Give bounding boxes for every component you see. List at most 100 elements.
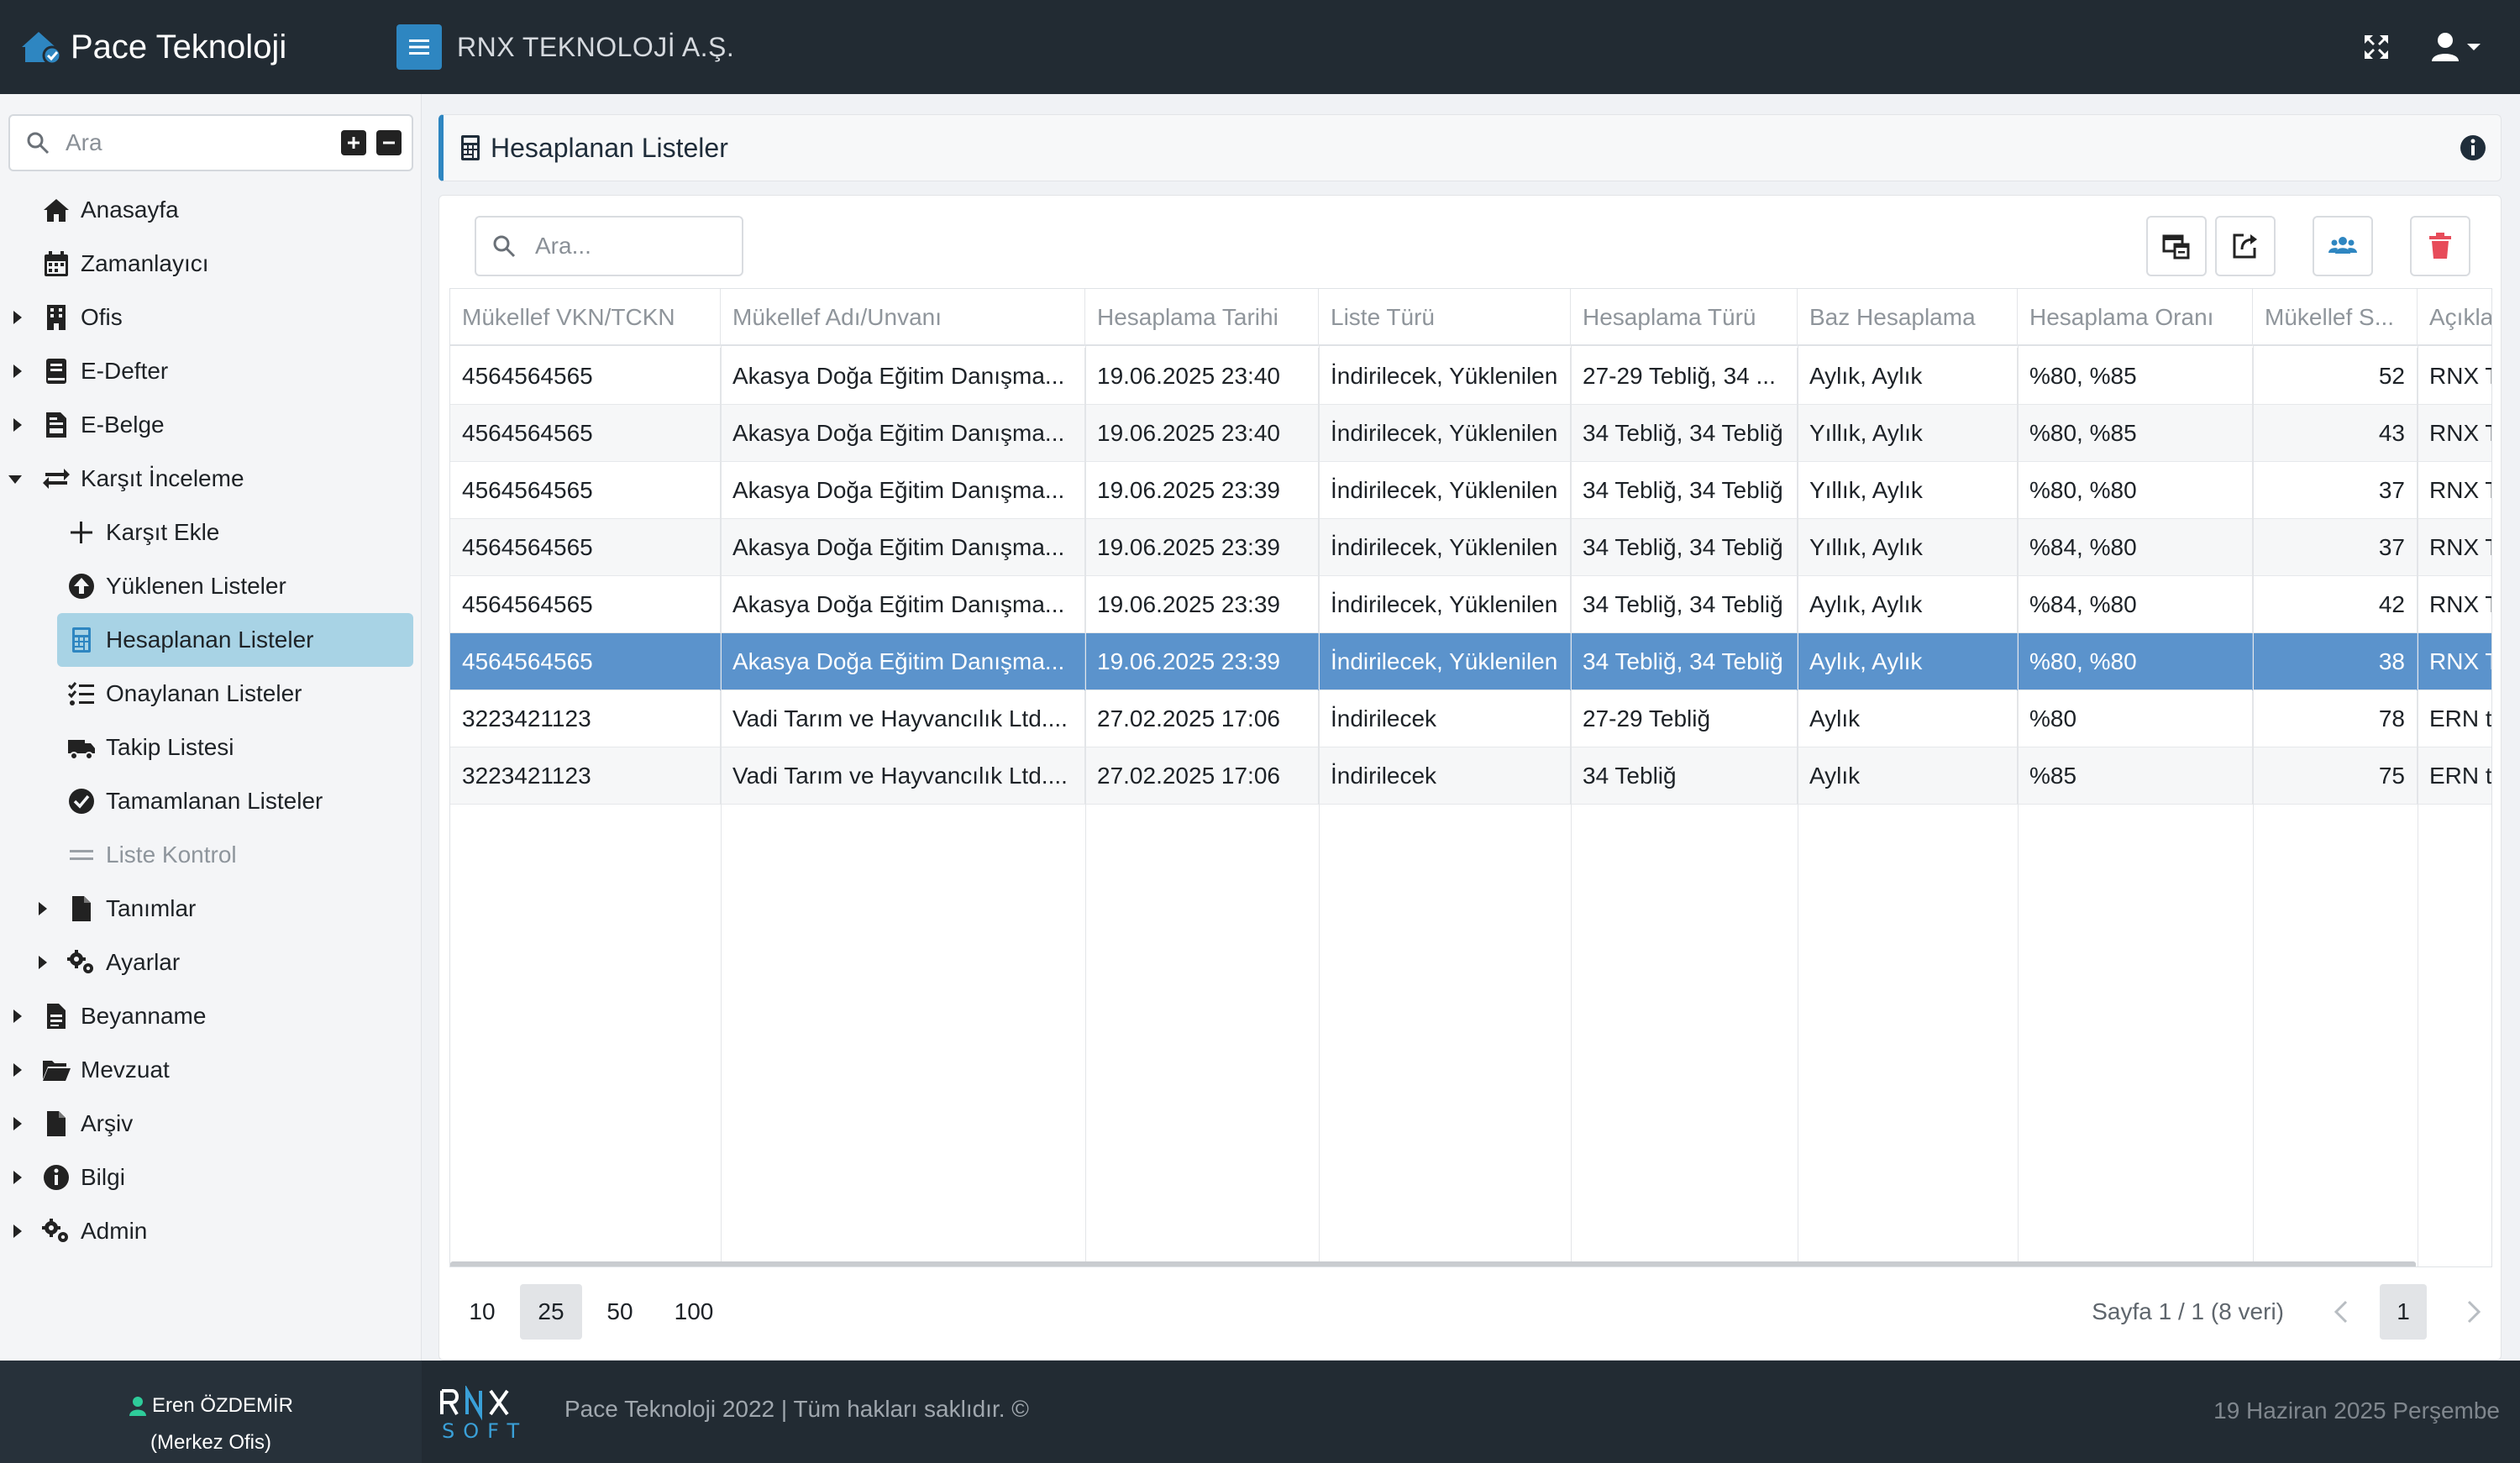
- table-cell: 34 Tebliğ, 34 Tebliğ: [1571, 576, 1798, 633]
- table-cell: Akasya Doğa Eğitim Danışma...: [721, 633, 1085, 690]
- sidebar-search[interactable]: Ara: [8, 114, 413, 171]
- table-cell: 75: [2253, 747, 2418, 805]
- sidebar-item-ofis[interactable]: Ofis: [0, 294, 422, 341]
- horizontal-scrollbar[interactable]: [450, 1261, 2416, 1266]
- column-divider: [1085, 346, 1086, 1266]
- table-cell: İndirilecek: [1319, 690, 1571, 747]
- table-cell: 43: [2253, 405, 2418, 462]
- sidebar-item-tamamlanan-listeler[interactable]: Tamamlanan Listeler: [0, 778, 422, 825]
- page-size-100[interactable]: 100: [658, 1284, 730, 1340]
- table-cell: İndirilecek, Yüklenilen: [1319, 405, 1571, 462]
- table-cell: RNX T: [2418, 348, 2491, 405]
- user-icon: [129, 1397, 146, 1416]
- brand-name: Pace Teknoloji: [71, 28, 287, 66]
- chevron-right-icon[interactable]: [2460, 1299, 2486, 1324]
- sidebar: Ara Anasayfa Zamanlayıcı Ofis E-Defter E…: [0, 94, 422, 1361]
- footer-user-name: Eren ÖZDEMİR: [151, 1394, 294, 1417]
- collapse-all-button[interactable]: [376, 130, 402, 155]
- table-cell: Akasya Doğa Eğitim Danışma...: [721, 348, 1085, 405]
- sidebar-item-takip-listesi[interactable]: Takip Listesi: [0, 724, 422, 771]
- page-size-50[interactable]: 50: [594, 1284, 646, 1340]
- fullscreen-icon[interactable]: [2362, 33, 2391, 61]
- table-cell: 4564564565: [450, 462, 721, 519]
- column-header-liste-turu[interactable]: Liste Türü: [1319, 289, 1571, 346]
- table-cell: %80, %80: [2018, 462, 2253, 519]
- table-row[interactable]: 3223421123 Vadi Tarım ve Hayvancılık Ltd.…: [450, 690, 2491, 747]
- column-header-aciklama[interactable]: Açıkla: [2418, 289, 2491, 346]
- sidebar-item-e-defter[interactable]: E-Defter: [0, 348, 422, 395]
- data-table: Mükellef VKN/TCKN Mükellef Adı/Unvanı He…: [449, 288, 2492, 1267]
- file-lines-icon: [42, 1002, 71, 1030]
- column-header-oran[interactable]: Hesaplama Oranı: [2018, 289, 2253, 346]
- sidebar-item-bilgi[interactable]: Bilgi: [0, 1154, 422, 1201]
- table-cell: 27-29 Tebliğ, 34 ...: [1571, 348, 1798, 405]
- exchange-icon: [42, 464, 71, 493]
- table-row[interactable]: 4564564565 Akasya Doğa Eğitim Danışma... 1…: [450, 633, 2491, 690]
- file-icon: [67, 894, 96, 923]
- column-chooser-button[interactable]: [2146, 216, 2207, 276]
- page-size-25[interactable]: 25: [520, 1284, 582, 1340]
- table-row[interactable]: 4564564565 Akasya Doğa Eğitim Danışma... 1…: [450, 519, 2491, 576]
- table-row[interactable]: 3223421123 Vadi Tarım ve Hayvancılık Ltd.…: [450, 747, 2491, 805]
- user-icon: [2432, 33, 2459, 61]
- grid-search-input[interactable]: Ara...: [475, 216, 743, 276]
- column-header-tarih[interactable]: Hesaplama Tarihi: [1085, 289, 1319, 346]
- column-header-hesaplama-turu[interactable]: Hesaplama Türü: [1571, 289, 1798, 346]
- column-header-mukellef-s[interactable]: Mükellef S...: [2253, 289, 2418, 346]
- column-header-baz-hesaplama[interactable]: Baz Hesaplama: [1798, 289, 2018, 346]
- sidebar-item-e-belge[interactable]: E-Belge: [0, 401, 422, 448]
- table-cell: 4564564565: [450, 633, 721, 690]
- export-button[interactable]: [2215, 216, 2276, 276]
- expand-all-button[interactable]: [341, 130, 366, 155]
- sidebar-item-onaylanan-listeler[interactable]: Onaylanan Listeler: [0, 670, 422, 717]
- sidebar-item-karsit-inceleme[interactable]: Karşıt İnceleme: [0, 455, 422, 502]
- table-cell: İndirilecek: [1319, 747, 1571, 805]
- sidebar-item-mevzuat[interactable]: Mevzuat: [0, 1046, 422, 1093]
- calculator-icon: [461, 135, 480, 160]
- delete-button[interactable]: [2410, 216, 2470, 276]
- page-size-10[interactable]: 10: [456, 1284, 508, 1340]
- user-menu[interactable]: [2429, 31, 2481, 63]
- chevron-left-icon[interactable]: [2329, 1299, 2355, 1324]
- caret-right-icon: [39, 956, 47, 969]
- table-cell: RNX T: [2418, 462, 2491, 519]
- assign-users-button[interactable]: [2313, 216, 2373, 276]
- column-header-vkn[interactable]: Mükellef VKN/TCKN: [450, 289, 721, 346]
- footer-user: Eren ÖZDEMİR (Merkez Ofis): [0, 1361, 422, 1463]
- sidebar-item-tanimlar[interactable]: Tanımlar: [0, 885, 422, 932]
- sidebar-item-liste-kontrol[interactable]: Liste Kontrol: [0, 831, 422, 878]
- page-number-1[interactable]: 1: [2380, 1284, 2427, 1340]
- caret-right-icon: [13, 1009, 22, 1023]
- sidebar-item-yuklenen-listeler[interactable]: Yüklenen Listeler: [0, 563, 422, 610]
- brand[interactable]: Pace Teknoloji: [18, 29, 371, 66]
- sidebar-item-arsiv[interactable]: Arşiv: [0, 1100, 422, 1147]
- sidebar-item-zamanlayici[interactable]: Zamanlayıcı: [0, 240, 422, 287]
- table-row[interactable]: 4564564565 Akasya Doğa Eğitim Danışma... 1…: [450, 462, 2491, 519]
- table-cell: 4564564565: [450, 519, 721, 576]
- sidebar-item-admin[interactable]: Admin: [0, 1208, 422, 1255]
- table-cell: 52: [2253, 348, 2418, 405]
- menu-toggle-button[interactable]: [396, 24, 442, 70]
- caret-down-icon: [8, 475, 22, 484]
- table-row[interactable]: 4564564565 Akasya Doğa Eğitim Danışma... 1…: [450, 576, 2491, 633]
- table-cell: %80: [2018, 690, 2253, 747]
- table-cell: %84, %80: [2018, 576, 2253, 633]
- page-title: Hesaplanan Listeler: [491, 132, 728, 163]
- caret-right-icon: [13, 1063, 22, 1077]
- column-chooser-icon: [2162, 234, 2190, 260]
- table-row[interactable]: 4564564565 Akasya Doğa Eğitim Danışma... 1…: [450, 405, 2491, 462]
- sidebar-item-karsit-ekle[interactable]: Karşıt Ekle: [0, 509, 422, 556]
- sidebar-item-anasayfa[interactable]: Anasayfa: [0, 186, 422, 233]
- info-icon[interactable]: [2459, 134, 2487, 162]
- caret-right-icon: [13, 1117, 22, 1130]
- copyright: Pace Teknoloji 2022 | Tüm hakları saklıd…: [564, 1396, 1029, 1422]
- table-cell: Yıllık, Aylık: [1798, 405, 2018, 462]
- table-row[interactable]: 4564564565 Akasya Doğa Eğitim Danışma... 1…: [450, 348, 2491, 405]
- sidebar-item-beyanname[interactable]: Beyanname: [0, 993, 422, 1040]
- top-bar: Pace Teknoloji RNX TEKNOLOJİ A.Ş.: [0, 0, 2520, 94]
- column-header-unvan[interactable]: Mükellef Adı/Unvanı: [721, 289, 1085, 346]
- table-cell: 19.06.2025 23:40: [1085, 405, 1319, 462]
- sidebar-item-hesaplanan-listeler[interactable]: Hesaplanan Listeler: [57, 613, 413, 667]
- sidebar-item-ayarlar[interactable]: Ayarlar: [0, 939, 422, 986]
- table-cell: ERN t: [2418, 747, 2491, 805]
